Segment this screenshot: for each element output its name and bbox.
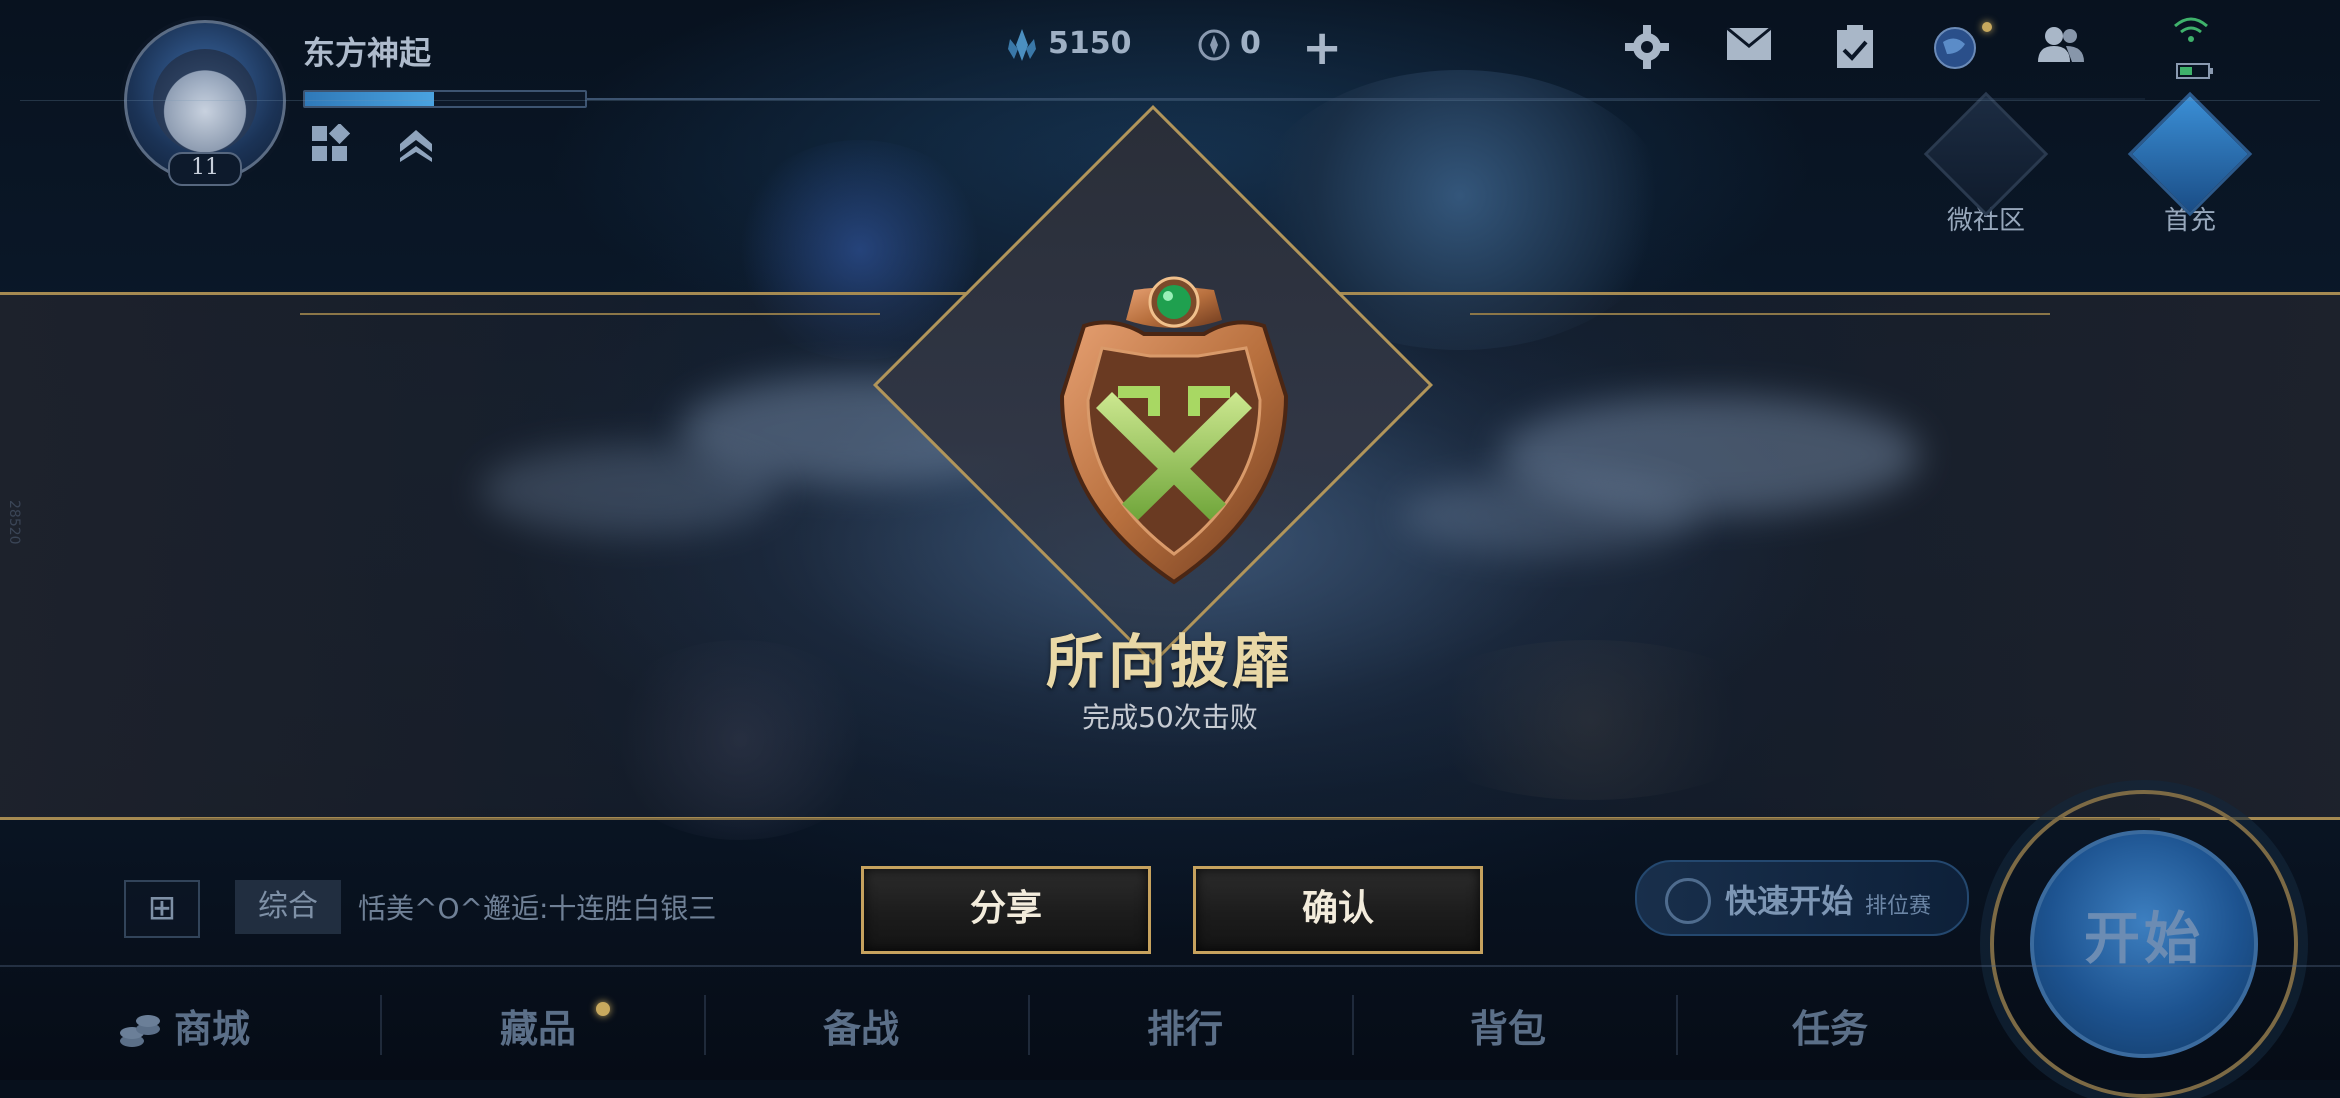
- wifi-icon: [2166, 16, 2216, 46]
- currency-coupon[interactable]: 0: [1196, 26, 1261, 63]
- banner-bottom-line: [180, 818, 2160, 820]
- diamond-icon: [2127, 91, 2253, 217]
- banner-ornament-line: [300, 313, 880, 315]
- achievement-description: 完成50次击败: [1082, 701, 1258, 734]
- nav-separator: [380, 995, 382, 1055]
- share-button[interactable]: 分享: [861, 866, 1151, 954]
- chat-message[interactable]: 恬美^O^邂逅:十连胜白银三: [358, 887, 716, 927]
- mail-icon[interactable]: [1724, 24, 1774, 74]
- top-divider: [20, 100, 2320, 101]
- nav-collection[interactable]: 藏品: [500, 998, 576, 1053]
- nav-prepare[interactable]: 备战: [823, 998, 899, 1053]
- quick-start-mode: 排位赛: [1865, 894, 1932, 919]
- community-icon: [1923, 91, 2049, 217]
- coupon-amount: 0: [1240, 26, 1261, 61]
- avatar-image: [153, 49, 257, 153]
- task-board-icon[interactable]: [1830, 24, 1880, 74]
- achievement-title: 所向披靡: [1045, 628, 1294, 696]
- community-button[interactable]: 微社区: [1923, 91, 2049, 237]
- side-id-text: 28520: [6, 500, 22, 545]
- currency-crystal[interactable]: 5150: [1004, 26, 1132, 63]
- nav-shop-label: 商城: [174, 1007, 251, 1051]
- chat-expand-button[interactable]: ⊞: [124, 880, 200, 938]
- notification-dot: [1982, 22, 1992, 32]
- quick-start-label: 快速开始: [1725, 882, 1854, 920]
- gear-icon[interactable]: [1622, 24, 1672, 74]
- nav-ranking[interactable]: 排行: [1147, 998, 1223, 1053]
- notification-dot: [596, 1002, 610, 1016]
- first-recharge-button[interactable]: 首充: [2127, 91, 2253, 237]
- nav-separator: [704, 995, 706, 1055]
- friends-icon[interactable]: [2036, 24, 2086, 74]
- nav-separator: [1028, 995, 1030, 1055]
- top-bar: 11 东方神起 5150 0 + 微社区 首充: [0, 0, 2340, 236]
- coupon-icon: [1198, 29, 1230, 60]
- nav-tasks[interactable]: 任务: [1792, 998, 1868, 1053]
- quick-start-icon: [1665, 878, 1711, 924]
- battery-icon: [2170, 56, 2220, 80]
- start-button[interactable]: 开始: [2030, 830, 2258, 1058]
- nav-shop[interactable]: 商城: [118, 998, 250, 1053]
- crystal-icon: [1008, 28, 1036, 61]
- chat-channel-tab[interactable]: 综合: [235, 880, 341, 934]
- confirm-button[interactable]: 确认: [1193, 866, 1483, 954]
- quick-start-button[interactable]: 快速开始 排位赛: [1635, 860, 1969, 936]
- username[interactable]: 东方神起: [303, 28, 431, 74]
- coins-icon: [120, 1014, 160, 1047]
- add-currency-button[interactable]: +: [1302, 20, 1342, 76]
- nav-backpack[interactable]: 背包: [1470, 998, 1546, 1053]
- experience-track-line: [585, 98, 2145, 100]
- crystal-amount: 5150: [1048, 26, 1132, 61]
- rank-chevron-icon[interactable]: [396, 124, 436, 164]
- banner-ornament-line: [1470, 313, 2050, 315]
- nav-separator: [1352, 995, 1354, 1055]
- crossed-swords-shield-icon: [1059, 276, 1289, 585]
- grid-icon[interactable]: [310, 122, 351, 164]
- experience-bar: [303, 90, 587, 108]
- nav-separator: [1676, 995, 1678, 1055]
- bottom-nav-divider: [0, 965, 2340, 967]
- globe-icon[interactable]: [1930, 24, 1980, 74]
- player-level: 11: [168, 152, 242, 186]
